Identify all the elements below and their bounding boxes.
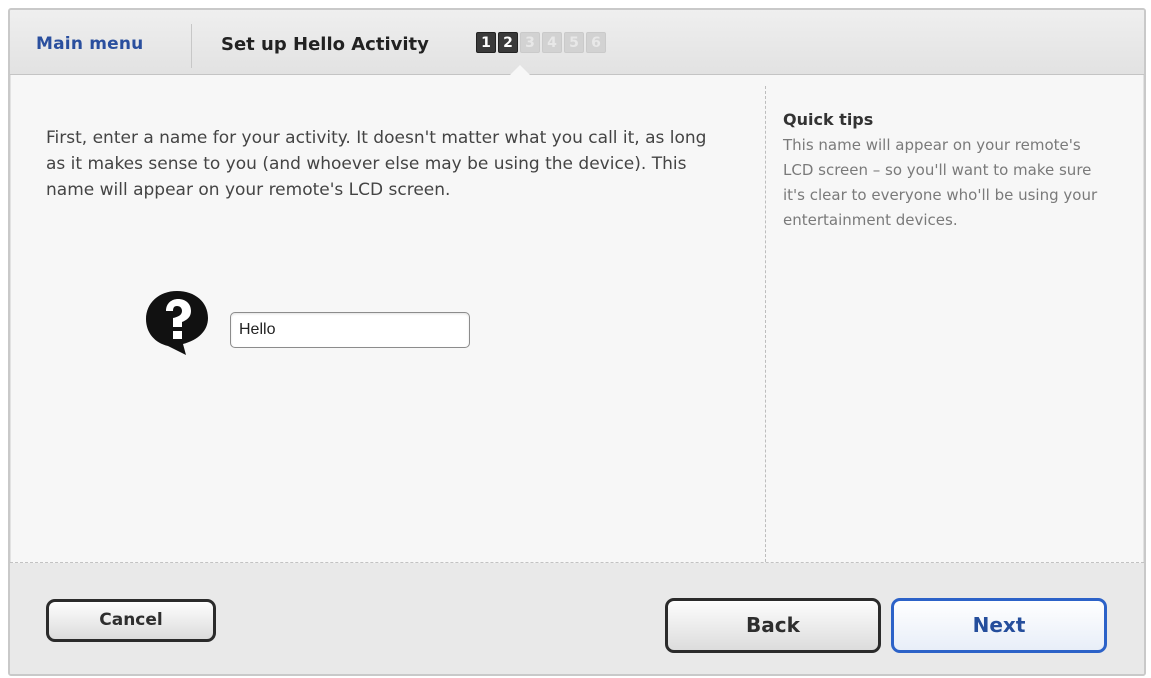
page-title: Set up Hello Activity [221, 34, 429, 55]
current-step-pointer [510, 65, 530, 75]
step-3: 3 [520, 32, 540, 53]
cancel-button[interactable]: Cancel [46, 599, 216, 642]
activity-name-input[interactable] [230, 312, 470, 348]
quick-tips-body: This name will appear on your remote's L… [783, 136, 1098, 229]
quick-tips-title: Quick tips [783, 110, 874, 129]
question-speech-bubble-icon [146, 291, 208, 355]
quick-tips-panel: Quick tips This name will appear on your… [783, 110, 1103, 233]
next-button[interactable]: Next [891, 598, 1107, 653]
step-5: 5 [564, 32, 584, 53]
wizard-window: Main menu Set up Hello Activity 1 2 3 4 … [8, 8, 1146, 676]
main-menu-link[interactable]: Main menu [36, 34, 144, 54]
header-divider [191, 24, 192, 68]
step-4: 4 [542, 32, 562, 53]
content-divider [765, 86, 766, 562]
back-button[interactable]: Back [665, 598, 881, 653]
step-2: 2 [498, 32, 518, 53]
wizard-footer: Cancel Back Next [10, 563, 1144, 674]
step-6: 6 [586, 32, 606, 53]
main-content: First, enter a name for your activity. I… [10, 75, 764, 561]
wizard-header: Main menu Set up Hello Activity 1 2 3 4 … [10, 10, 1144, 75]
step-indicator: 1 2 3 4 5 6 [476, 32, 606, 53]
intro-text: First, enter a name for your activity. I… [46, 128, 707, 200]
step-1: 1 [476, 32, 496, 53]
